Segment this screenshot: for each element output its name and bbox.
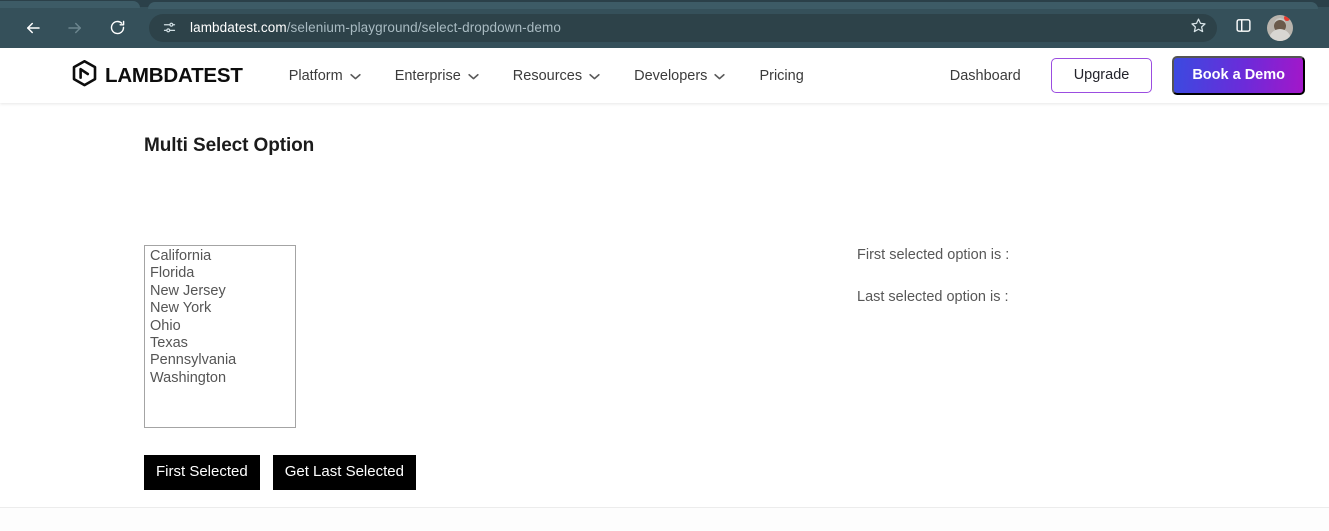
- tab-strip: [0, 0, 1329, 9]
- nav-item-label: Pricing: [759, 67, 804, 84]
- footer-area: [0, 508, 1329, 531]
- header-actions: Dashboard Upgrade Book a Demo: [950, 56, 1305, 95]
- side-panel-button[interactable]: [1229, 14, 1257, 42]
- browser-toolbar: lambdatest.com/selenium-playground/selec…: [0, 7, 1329, 48]
- nav-item-enterprise[interactable]: Enterprise: [395, 68, 479, 84]
- toolbar-right: [1229, 14, 1299, 42]
- reload-button[interactable]: [102, 13, 132, 43]
- action-buttons: First Selected Get Last Selected: [144, 455, 416, 490]
- page-title: Multi Select Option: [144, 135, 315, 156]
- dashboard-link[interactable]: Dashboard: [950, 68, 1021, 84]
- chevron-down-icon: [468, 68, 479, 84]
- select-option[interactable]: Washington: [147, 370, 295, 387]
- nav-item-label: Platform: [288, 67, 343, 84]
- main-content: Multi Select Option CaliforniaFloridaNew…: [0, 103, 1329, 531]
- bookmark-button[interactable]: [1185, 15, 1211, 41]
- results-panel: First selected option is : Last selected…: [857, 247, 1009, 331]
- chevron-down-icon: [714, 68, 726, 84]
- avatar-notification-dot: [1284, 14, 1290, 21]
- arrow-right-icon: [66, 19, 84, 37]
- get-last-selected-button[interactable]: Get Last Selected: [272, 455, 416, 490]
- reload-icon: [109, 19, 126, 36]
- brand-name: LAMBDATEST: [105, 63, 243, 87]
- url-text: lambdatest.com/selenium-playground/selec…: [190, 20, 1211, 35]
- address-bar[interactable]: lambdatest.com/selenium-playground/selec…: [149, 13, 1217, 42]
- nav-item-platform[interactable]: Platform: [289, 68, 361, 84]
- site-header: LAMBDATEST Platform Enterprise Resources…: [0, 48, 1329, 103]
- nav-item-label: Developers: [634, 67, 708, 84]
- select-option[interactable]: New York: [147, 300, 295, 317]
- url-host: lambdatest.com: [190, 20, 287, 35]
- nav-item-label: Resources: [512, 67, 583, 84]
- chevron-down-icon: [350, 68, 361, 84]
- lambdatest-hexagon-logo-icon: [72, 59, 97, 92]
- first-selected-button[interactable]: First Selected: [144, 455, 260, 490]
- arrow-left-icon: [24, 19, 42, 37]
- forward-button[interactable]: [60, 13, 90, 43]
- brand-logo[interactable]: LAMBDATEST: [72, 59, 243, 92]
- select-option[interactable]: Ohio: [147, 318, 295, 335]
- browser-chrome: lambdatest.com/selenium-playground/selec…: [0, 0, 1329, 48]
- select-option[interactable]: New Jersey: [147, 283, 295, 300]
- avatar-beard: [1269, 28, 1291, 41]
- select-option[interactable]: Pennsylvania: [147, 352, 295, 369]
- tune-icon[interactable]: [159, 18, 179, 38]
- first-selected-result: First selected option is :: [857, 247, 1010, 263]
- select-option[interactable]: California: [147, 248, 295, 265]
- multi-select-wrapper: CaliforniaFloridaNew JerseyNew YorkOhioT…: [144, 245, 296, 429]
- chevron-down-icon: [589, 68, 600, 84]
- nav-item-label: Enterprise: [394, 67, 461, 84]
- side-panel-icon: [1235, 17, 1252, 39]
- back-button[interactable]: [18, 13, 48, 43]
- star-icon: [1190, 17, 1207, 39]
- book-a-demo-button[interactable]: Book a Demo: [1172, 56, 1305, 95]
- url-path: /selenium-playground/select-dropdown-dem…: [286, 20, 561, 35]
- nav-item-resources[interactable]: Resources: [513, 68, 600, 84]
- main-nav: Platform Enterprise Resources Developers…: [289, 68, 804, 84]
- last-selected-result: Last selected option is :: [857, 289, 1009, 305]
- avatar[interactable]: [1267, 14, 1293, 41]
- page-viewport: LAMBDATEST Platform Enterprise Resources…: [0, 48, 1329, 531]
- select-option[interactable]: Florida: [147, 265, 295, 282]
- select-option[interactable]: Texas: [147, 335, 295, 352]
- nav-item-pricing[interactable]: Pricing: [759, 68, 803, 84]
- multi-select-states[interactable]: CaliforniaFloridaNew JerseyNew YorkOhioT…: [144, 245, 296, 428]
- nav-item-developers[interactable]: Developers: [634, 67, 726, 84]
- upgrade-button[interactable]: Upgrade: [1050, 58, 1153, 93]
